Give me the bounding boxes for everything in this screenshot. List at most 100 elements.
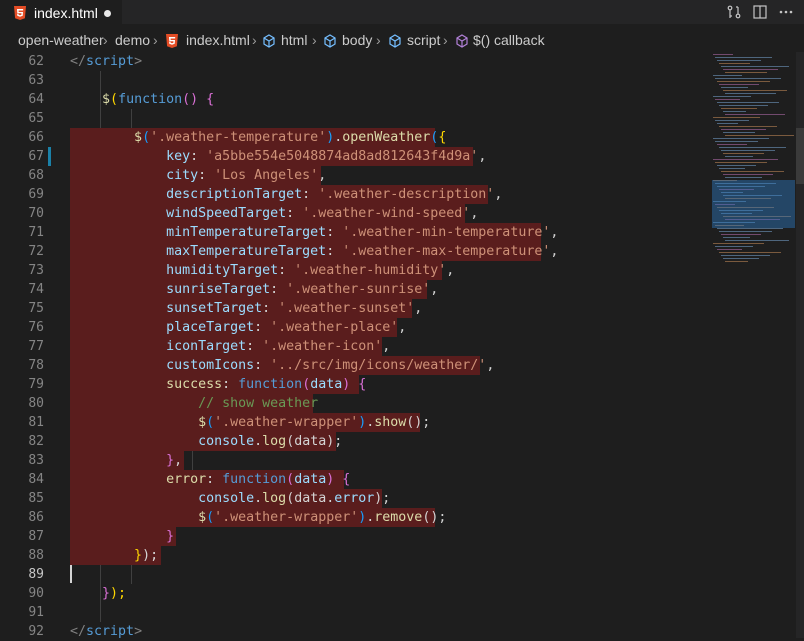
- minimap-line: [713, 96, 751, 97]
- code-token: script: [86, 54, 135, 69]
- tab-index-html[interactable]: index.html: [0, 0, 122, 25]
- code-token: function: [118, 92, 183, 107]
- code-line[interactable]: success: function(data) {: [70, 375, 366, 394]
- chevron-right-icon: ›: [443, 32, 448, 48]
- code-token: ,: [470, 206, 479, 221]
- minimap-line: [715, 99, 740, 100]
- code-line[interactable]: </script>: [70, 622, 142, 641]
- code-token: '.weather-sunset': [278, 301, 415, 316]
- code-token: :: [262, 301, 279, 316]
- line-number: 78: [28, 358, 44, 373]
- code-token: (: [142, 130, 151, 145]
- code-token: error: [334, 491, 375, 506]
- code-token: ,: [382, 339, 391, 354]
- breadcrumb-script[interactable]: script: [407, 32, 440, 48]
- minimap-line: [725, 177, 762, 178]
- minimap-line: [717, 102, 779, 103]
- code-area[interactable]: </script> $(function() { $('.weather-tem…: [0, 52, 705, 641]
- code-token: (: [206, 510, 215, 525]
- code-line[interactable]: city: 'Los Angeles',: [70, 166, 326, 185]
- code-line[interactable]: $('.weather-wrapper').remove();: [70, 508, 446, 527]
- breadcrumb-html[interactable]: html: [281, 32, 307, 48]
- minimap-line: [721, 129, 766, 130]
- code-line[interactable]: console.log(data);: [70, 432, 342, 451]
- code-line[interactable]: }: [70, 527, 174, 546]
- code-line[interactable]: console.log(data.error);: [70, 489, 390, 508]
- minimap-line: [723, 237, 750, 238]
- code-token: :: [254, 320, 271, 335]
- code-token: () {: [182, 92, 215, 107]
- code-token: ,: [318, 168, 327, 183]
- code-token: '../src/img/icons/weather/': [270, 358, 487, 373]
- code-token: ,: [174, 453, 183, 468]
- code-line[interactable]: $(function() {: [70, 90, 214, 109]
- code-line[interactable]: maxTemperatureTarget: '.weather-max-temp…: [70, 242, 558, 261]
- breadcrumb-folder-demo[interactable]: demo: [115, 32, 150, 48]
- line-number: 70: [28, 206, 44, 221]
- breadcrumb-folder-open-weather[interactable]: open-weather: [18, 32, 104, 48]
- line-number: 62: [28, 54, 44, 69]
- breadcrumb-body[interactable]: body: [342, 32, 372, 48]
- code-line[interactable]: sunsetTarget: '.weather-sunset',: [70, 299, 422, 318]
- code-token: ,: [486, 358, 495, 373]
- code-token: :: [270, 282, 287, 297]
- code-token: (: [206, 415, 215, 430]
- code-line[interactable]: customIcons: '../src/img/icons/weather/'…: [70, 356, 494, 375]
- code-line[interactable]: descriptionTarget: '.weather-description…: [70, 185, 502, 204]
- code-line[interactable]: $('.weather-wrapper').show();: [70, 413, 430, 432]
- code-token: );: [110, 586, 127, 601]
- code-token: customIcons: [166, 358, 255, 373]
- scrollbar-thumb[interactable]: [796, 128, 804, 184]
- breadcrumb-callback[interactable]: $() callback: [473, 32, 545, 48]
- minimap-line: [713, 243, 764, 244]
- minimap-line: [719, 126, 777, 127]
- unsaved-dot-icon[interactable]: [104, 10, 111, 17]
- code-editor[interactable]: </script> $(function() { $('.weather-tem…: [0, 52, 804, 641]
- code-line[interactable]: </script>: [70, 52, 142, 71]
- minimap-line: [713, 75, 742, 76]
- code-line[interactable]: iconTarget: '.weather-icon',: [70, 337, 390, 356]
- minimap-line: [721, 255, 770, 256]
- minimap-line: [719, 168, 745, 169]
- code-token: remove: [374, 510, 423, 525]
- line-number: 73: [28, 263, 44, 278]
- line-number: 63: [28, 73, 44, 88]
- code-line[interactable]: error: function(data) {: [70, 470, 350, 489]
- code-line[interactable]: $('.weather-temperature').openWeather({: [70, 128, 446, 147]
- minimap[interactable]: [705, 52, 795, 638]
- minimap-line: [721, 108, 757, 109]
- breadcrumb-file-index[interactable]: index.html: [186, 32, 250, 48]
- minimap-line: [715, 57, 772, 58]
- code-line[interactable]: sunriseTarget: '.weather-sunrise',: [70, 280, 438, 299]
- code-line[interactable]: minTemperatureTarget: '.weather-min-temp…: [70, 223, 558, 242]
- git-compare-icon[interactable]: [726, 4, 742, 20]
- code-token: }: [102, 586, 111, 601]
- code-line[interactable]: },: [70, 451, 182, 470]
- code-line[interactable]: });: [70, 546, 158, 565]
- code-line[interactable]: });: [70, 584, 126, 603]
- code-line[interactable]: placeTarget: '.weather-place',: [70, 318, 406, 337]
- tab-bar: index.html: [0, 0, 804, 25]
- code-line[interactable]: windSpeedTarget: '.weather-wind-speed',: [70, 204, 478, 223]
- more-actions-icon[interactable]: [778, 4, 794, 20]
- code-token: '.weather-temperature': [150, 130, 327, 145]
- code-token: :: [286, 206, 303, 221]
- text-cursor: [70, 565, 72, 583]
- code-token: '.weather-humidity': [294, 263, 447, 278]
- minimap-line: [719, 252, 781, 253]
- split-editor-icon[interactable]: [752, 4, 768, 20]
- code-line[interactable]: // show weather: [70, 394, 318, 413]
- line-number: 87: [28, 529, 44, 544]
- minimap-visible-region[interactable]: [712, 180, 795, 228]
- code-line[interactable]: humidityTarget: '.weather-humidity',: [70, 261, 454, 280]
- minimap-line: [719, 105, 768, 106]
- code-line[interactable]: key: 'a5bbe554e5048874ad8ad812643f4d9a',: [70, 147, 486, 166]
